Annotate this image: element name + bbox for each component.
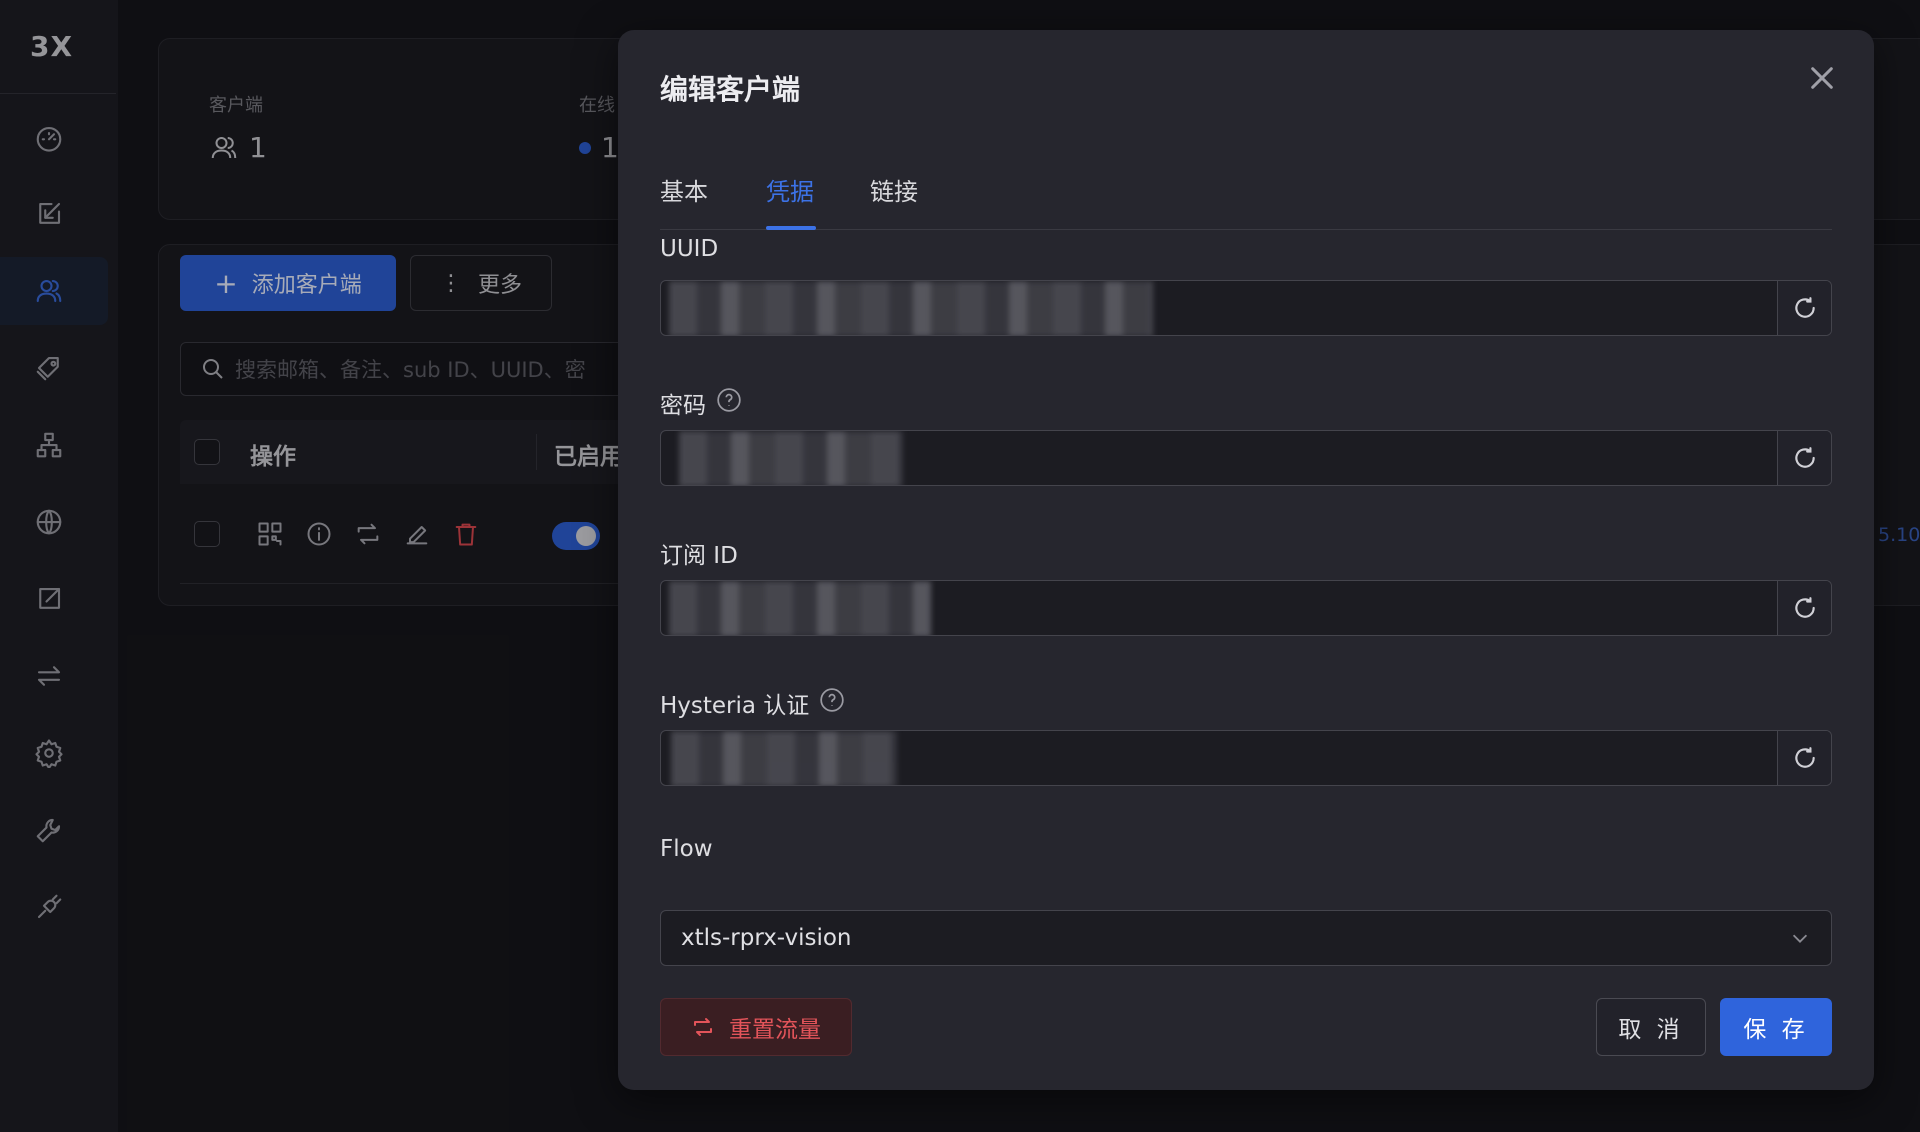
hysteria-regenerate-button[interactable] [1777, 731, 1831, 785]
uuid-input[interactable] [661, 281, 1777, 335]
help-circle-icon[interactable] [819, 687, 845, 719]
retweet-icon [694, 1018, 712, 1036]
reload-icon [1794, 297, 1815, 318]
password-field [660, 430, 1832, 486]
password-input[interactable] [661, 431, 1777, 485]
password-label: 密码 [660, 386, 742, 420]
uuid-field [660, 280, 1832, 336]
reset-traffic-button[interactable]: 重置流量 [660, 998, 852, 1056]
flow-label: Flow [660, 836, 713, 862]
tab-credentials[interactable]: 凭据 [766, 172, 814, 207]
cancel-button[interactable]: 取 消 [1596, 998, 1706, 1056]
modal-title: 编辑客户端 [660, 73, 801, 106]
reload-icon [1794, 747, 1815, 768]
tab-links[interactable]: 链接 [870, 172, 918, 207]
close-icon [1811, 67, 1833, 89]
edit-client-modal: 编辑客户端 基本 凭据 链接 UUID 密码 订阅 ID Hysteria 认证… [618, 30, 1874, 1090]
hysteria-auth-field [660, 730, 1832, 786]
sub-id-field [660, 580, 1832, 636]
hysteria-auth-input[interactable] [661, 731, 1777, 785]
flow-select[interactable]: xtls-rprx-vision [660, 910, 1832, 966]
chevron-down-icon [1792, 934, 1808, 943]
password-regenerate-button[interactable] [1777, 431, 1831, 485]
tab-basic[interactable]: 基本 [660, 172, 708, 207]
save-button[interactable]: 保 存 [1720, 998, 1832, 1056]
hysteria-auth-label: Hysteria 认证 [660, 686, 845, 720]
tab-bar: 基本 凭据 链接 [660, 142, 1832, 230]
uuid-regenerate-button[interactable] [1777, 281, 1831, 335]
sub-id-regenerate-button[interactable] [1777, 581, 1831, 635]
help-circle-icon[interactable] [716, 387, 742, 419]
sub-id-input[interactable] [661, 581, 1777, 635]
close-button[interactable] [1806, 62, 1838, 94]
reload-icon [1794, 597, 1815, 618]
active-tab-indicator [766, 226, 816, 230]
uuid-label: UUID [660, 236, 719, 262]
sub-id-label: 订阅 ID [660, 543, 738, 569]
reload-icon [1794, 447, 1815, 468]
flow-selected-value: xtls-rprx-vision [681, 925, 852, 951]
